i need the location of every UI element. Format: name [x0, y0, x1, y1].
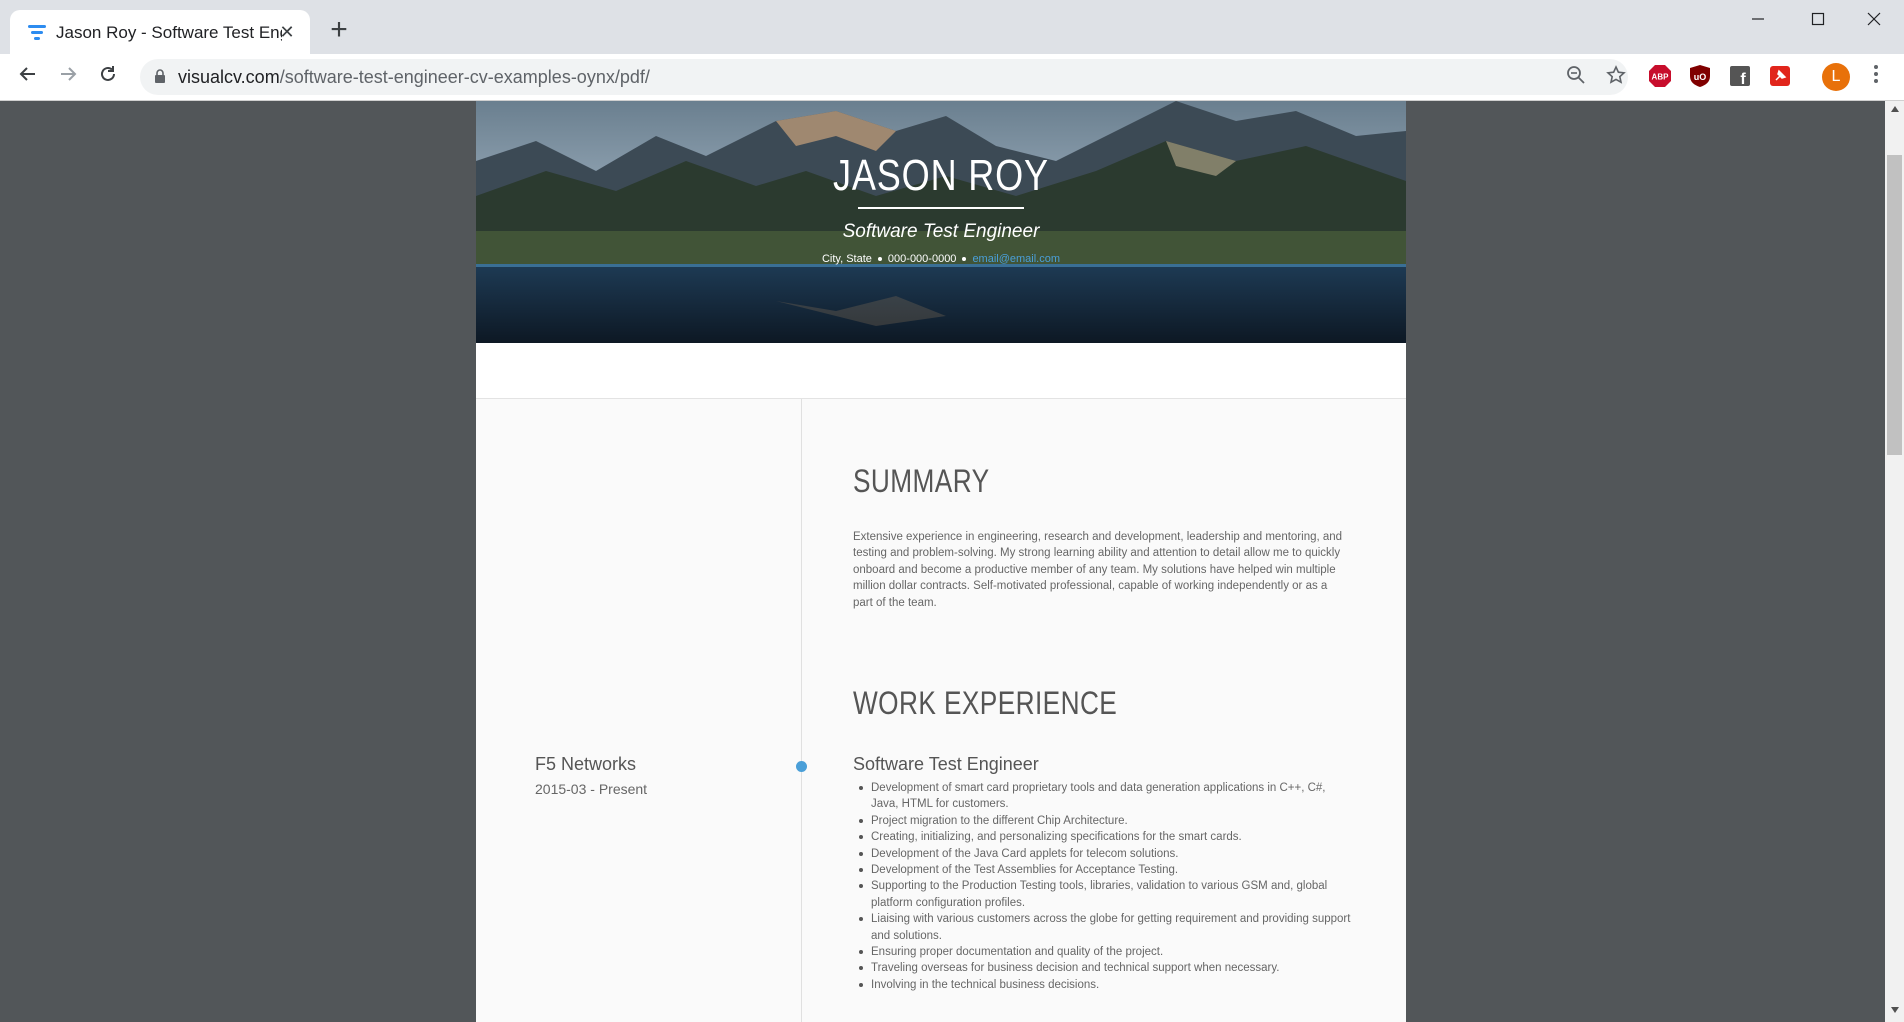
page-viewport: JASON ROY Software Test Engineer City, S… [0, 101, 1885, 1022]
address-bar[interactable]: visualcv.com/software-test-engineer-cv-e… [140, 59, 1628, 95]
browser-toolbar: visualcv.com/software-test-engineer-cv-e… [0, 54, 1904, 101]
summary-heading: SUMMARY [853, 463, 990, 499]
vertical-scrollbar[interactable] [1885, 101, 1904, 1022]
url-text: visualcv.com/software-test-engineer-cv-e… [178, 67, 650, 87]
timeline-dot [796, 761, 807, 772]
url-path: /software-test-engineer-cv-examples-oynx… [279, 67, 650, 87]
ext-adblock-plus-icon[interactable]: ABP [1648, 64, 1672, 88]
resume-name: JASON ROY [833, 151, 1049, 200]
job-bullet: Development of the Java Card applets for… [853, 846, 1353, 862]
job-bullet: Supporting to the Production Testing too… [853, 878, 1353, 911]
scroll-down-arrow-icon[interactable] [1885, 1004, 1904, 1020]
reload-button[interactable] [94, 63, 122, 91]
resume-left-column [476, 399, 801, 1022]
close-window-button[interactable] [1854, 8, 1894, 32]
ext-facebook-container-label: f [1740, 71, 1746, 88]
scroll-up-arrow-icon[interactable] [1885, 103, 1904, 119]
lock-icon [155, 69, 165, 83]
url-host: visualcv.com [178, 67, 280, 87]
job-bullets: Development of smart card proprietary to… [853, 780, 1353, 993]
maximize-window-button[interactable] [1798, 8, 1838, 32]
contact-location: City, State [821, 253, 872, 265]
separator-dot [962, 257, 967, 262]
visualcv-favicon-icon [28, 25, 46, 40]
job-bullet: Liaising with various customers across t… [853, 911, 1353, 944]
tab-title: Jason Roy - Software Test Engineer | Vis… [56, 23, 282, 42]
ext-pin-extension-icon[interactable] [1768, 64, 1792, 88]
zoom-icon[interactable] [1564, 65, 1588, 89]
ext-ublock-origin-label: uO [1694, 72, 1707, 82]
contact-email-link[interactable]: email@email.com [972, 253, 1060, 265]
bookmark-star-icon[interactable] [1604, 65, 1628, 89]
minimize-icon [1752, 18, 1764, 20]
job-company: F5 Networks [535, 754, 637, 774]
contact-line: City, State 000-000-0000 email@email.com [476, 253, 1406, 265]
new-tab-button[interactable]: + [326, 15, 352, 45]
contact-phone: 000-000-0000 [887, 253, 957, 265]
job-bullet: Traveling overseas for business decision… [853, 960, 1353, 976]
job-bullet: Involving in the technical business deci… [853, 977, 1353, 993]
separator-dot [877, 257, 882, 262]
resume-job-title: Software Test Engineer [842, 221, 1040, 242]
back-arrow-icon [19, 67, 35, 81]
tab-strip: Jason Roy - Software Test Engineer | Vis… [0, 0, 1904, 54]
job-dates: 2015-03 - Present [535, 781, 648, 797]
job-bullet: Development of smart card proprietary to… [853, 780, 1353, 813]
reload-icon [101, 66, 115, 81]
ext-ublock-origin-icon[interactable]: uO [1688, 64, 1712, 88]
resume-header: JASON ROY Software Test Engineer City, S… [476, 101, 1406, 343]
browser-menu-icon[interactable] [1868, 63, 1884, 91]
experience-heading: WORK EXPERIENCE [853, 685, 1118, 721]
header-spacer [476, 343, 1406, 399]
close-icon [1867, 12, 1881, 26]
profile-avatar[interactable]: L [1822, 63, 1850, 91]
scrollbar-thumb[interactable] [1887, 155, 1902, 455]
name-underline [858, 207, 1024, 209]
maximize-icon [1811, 12, 1825, 26]
job-bullet: Creating, initializing, and personalizin… [853, 829, 1353, 845]
ext-adblock-plus-label: ABP [1652, 73, 1670, 82]
job-bullet: Project migration to the different Chip … [853, 813, 1353, 829]
resume-page: JASON ROY Software Test Engineer City, S… [476, 101, 1406, 1022]
ext-facebook-container-icon[interactable]: f [1728, 64, 1752, 88]
minimize-window-button[interactable] [1738, 8, 1778, 32]
close-tab-icon[interactable]: ✕ [276, 21, 298, 43]
back-button[interactable] [14, 63, 42, 91]
summary-text: Extensive experience in engineering, res… [853, 531, 1343, 609]
tab-active[interactable]: Jason Roy - Software Test Engineer | Vis… [10, 10, 310, 54]
forward-arrow-icon [61, 67, 77, 81]
job-bullet: Ensuring proper documentation and qualit… [853, 944, 1353, 960]
timeline-line [801, 399, 802, 1022]
job-bullet: Development of the Test Assemblies for A… [853, 862, 1353, 878]
forward-button[interactable] [54, 63, 82, 91]
job-role: Software Test Engineer [853, 754, 1039, 774]
